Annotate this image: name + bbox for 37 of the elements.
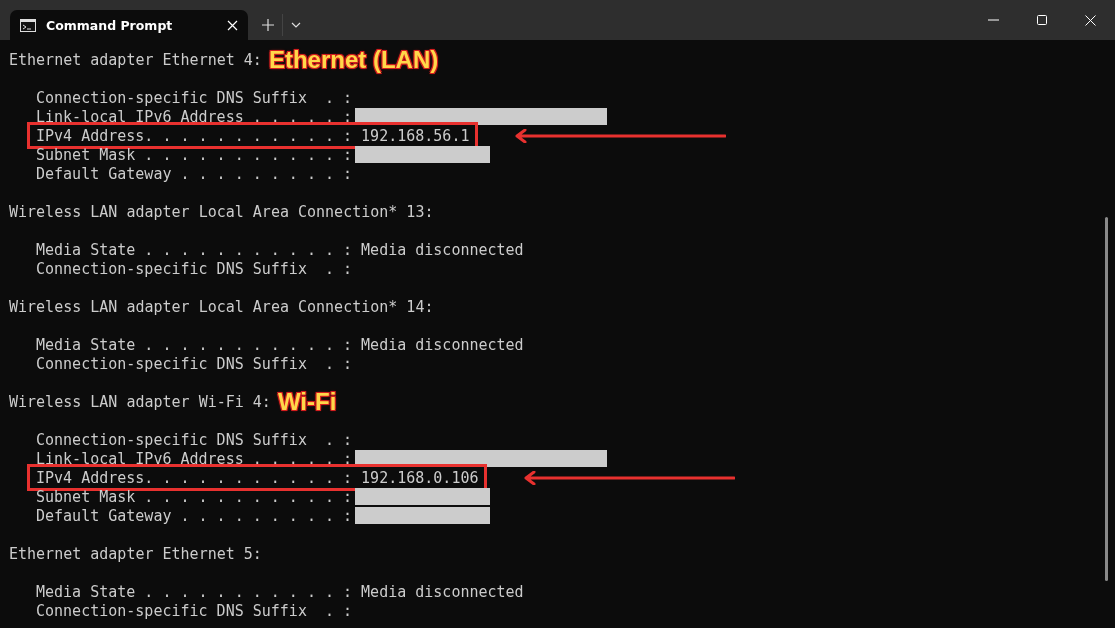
field-label: Link-local IPv6 Address . . . . . : xyxy=(36,449,353,468)
field-label: Connection-specific DNS Suffix . : xyxy=(36,88,353,107)
field-label: Media State . . . . . . . . . . . : xyxy=(36,240,353,259)
field-label: Media State . . . . . . . . . . . : xyxy=(36,335,353,354)
annotation-label: Wi-Fi xyxy=(277,387,337,416)
plus-icon[interactable] xyxy=(262,19,274,31)
field-label: IPv4 Address. . . . . . . . . . . : xyxy=(36,468,353,487)
close-icon[interactable] xyxy=(227,19,238,31)
field-label: Default Gateway . . . . . . . . . : xyxy=(36,164,353,183)
field-value: 192.168.0.106 xyxy=(361,468,479,487)
adapter-heading: Wireless LAN adapter Wi-Fi 4: xyxy=(9,392,271,411)
field-label: Default Gateway . . . . . . . . . : xyxy=(36,506,353,525)
adapter-heading: Wireless LAN adapter Local Area Connection* 13: xyxy=(9,202,434,221)
maximize-icon[interactable] xyxy=(1037,15,1047,25)
field-label: Connection-specific DNS Suffix . : xyxy=(36,259,353,278)
field-label: Connection-specific DNS Suffix . : xyxy=(36,430,353,449)
tab-title: Command Prompt xyxy=(46,17,174,33)
field-label: Subnet Mask . . . . . . . . . . . : xyxy=(36,145,353,164)
field-value: Media disconnected xyxy=(361,240,524,259)
field-label: IPv4 Address. . . . . . . . . . . : xyxy=(36,126,353,145)
field-label: Connection-specific DNS Suffix . : xyxy=(36,601,353,620)
chevron-down-icon[interactable] xyxy=(291,22,301,28)
terminal-icon xyxy=(20,18,36,32)
adapter-heading: Ethernet adapter Ethernet 5: xyxy=(9,544,262,563)
field-label: Link-local IPv6 Address . . . . . : xyxy=(36,107,353,126)
field-value: Media disconnected xyxy=(361,335,524,354)
adapter-heading: Ethernet adapter Ethernet 4: xyxy=(9,50,262,69)
scrollbar[interactable] xyxy=(1105,217,1108,581)
close-icon[interactable] xyxy=(1085,14,1096,26)
tab[interactable]: Command Prompt xyxy=(10,10,248,40)
field-value: 192.168.56.1 xyxy=(361,126,470,145)
field-label: Subnet Mask . . . . . . . . . . . : xyxy=(36,487,353,506)
field-label: Media State . . . . . . . . . . . : xyxy=(36,582,353,601)
adapter-heading: Wireless LAN adapter Local Area Connection* 14: xyxy=(9,297,434,316)
annotation-label: Ethernet (LAN) xyxy=(268,45,439,74)
field-value: Media disconnected xyxy=(361,582,524,601)
field-label: Connection-specific DNS Suffix . : xyxy=(36,354,353,373)
